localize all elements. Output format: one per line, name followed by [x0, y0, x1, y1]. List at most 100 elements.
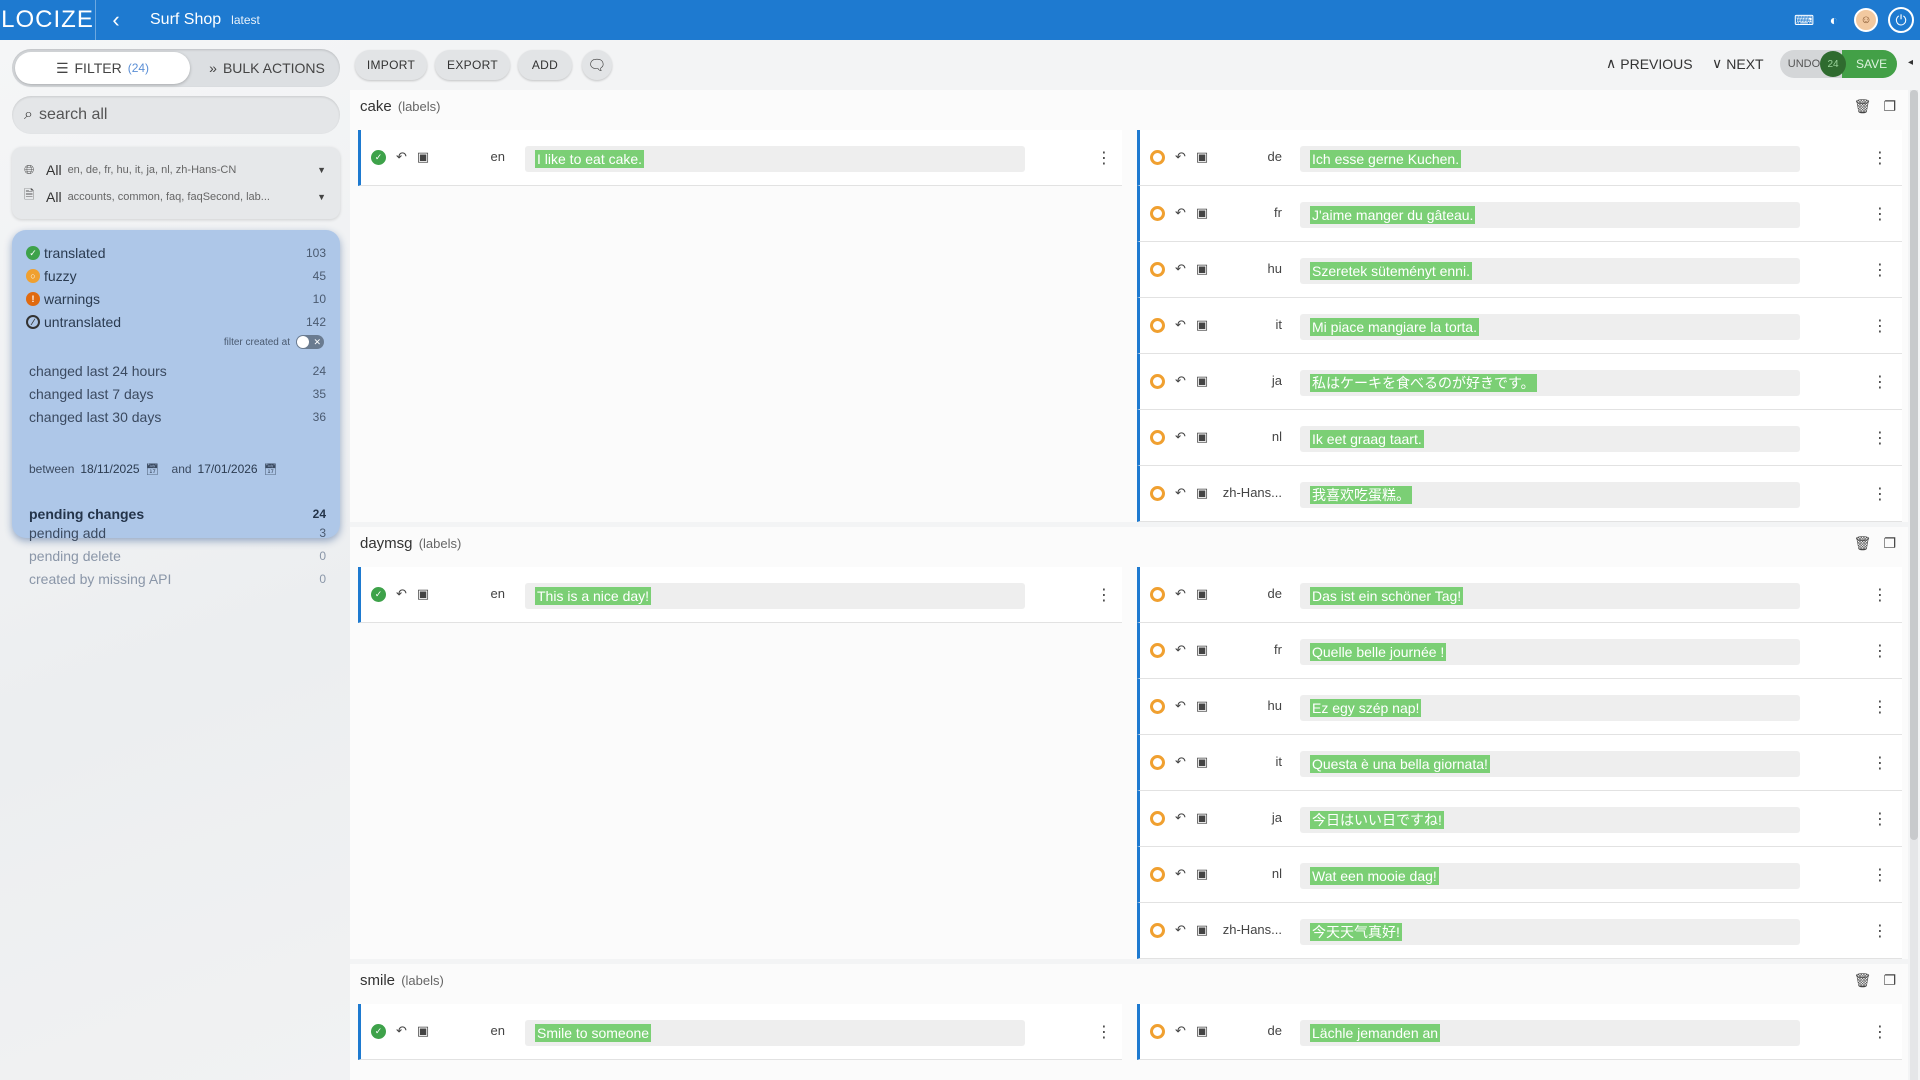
- translation-field[interactable]: Lächle jemanden an: [1300, 1020, 1800, 1046]
- key-name[interactable]: smile: [360, 972, 395, 989]
- save-icon[interactable]: ▣: [417, 149, 429, 165]
- undo-icon[interactable]: ↶: [1175, 317, 1186, 333]
- translation-field[interactable]: Das ist ein schöner Tag!: [1300, 583, 1800, 609]
- undo-icon[interactable]: ↶: [396, 586, 407, 602]
- project-name[interactable]: Surf Shop: [150, 11, 221, 29]
- more-vert-icon[interactable]: ⋮: [1870, 752, 1890, 774]
- more-vert-icon[interactable]: ⋮: [1094, 147, 1114, 169]
- more-vert-icon[interactable]: ⋮: [1870, 427, 1890, 449]
- created-by-missing-api[interactable]: created by missing API 0: [29, 568, 326, 590]
- translation-field[interactable]: I like to eat cake.: [525, 146, 1025, 172]
- key-name[interactable]: cake: [360, 98, 392, 115]
- fuzzy-circle-icon[interactable]: [1150, 1023, 1165, 1039]
- back-arrow-icon[interactable]: ‹: [96, 0, 136, 40]
- undo-icon[interactable]: ↶: [396, 1023, 407, 1039]
- calendar-icon[interactable]: 📅︎: [146, 463, 160, 476]
- translation-field[interactable]: 私はケーキを食べるのが好きです。: [1300, 370, 1800, 396]
- translation-field[interactable]: 今日はいい日ですね!: [1300, 807, 1800, 833]
- undo-icon[interactable]: ↶: [1175, 922, 1186, 938]
- undo-icon[interactable]: ↶: [1175, 810, 1186, 826]
- save-icon[interactable]: ▣: [1196, 429, 1208, 445]
- filter-created-at-toggle[interactable]: [296, 335, 324, 349]
- translation-field[interactable]: Szeretek süteményt enni.: [1300, 258, 1800, 284]
- translation-field[interactable]: Quelle belle journée !: [1300, 639, 1800, 665]
- delete-icon[interactable]: 🗑︎: [1854, 972, 1872, 989]
- fuzzy-circle-icon[interactable]: [1150, 485, 1165, 501]
- copy-icon[interactable]: ❐: [1883, 535, 1896, 552]
- add-button[interactable]: ADD: [518, 50, 572, 80]
- save-icon[interactable]: ▣: [1196, 922, 1208, 938]
- bulk-actions-tab[interactable]: » BULK ACTIONS: [197, 52, 337, 84]
- more-vert-icon[interactable]: ⋮: [1870, 147, 1890, 169]
- translation-field[interactable]: Ich esse gerne Kuchen.: [1300, 146, 1800, 172]
- import-button[interactable]: IMPORT: [355, 50, 427, 80]
- stat-translated[interactable]: ✓ translated 103: [26, 242, 326, 264]
- translation-field[interactable]: This is a nice day!: [525, 583, 1025, 609]
- fuzzy-circle-icon[interactable]: [1150, 754, 1165, 770]
- changed-24h[interactable]: changed last 24 hours 24: [29, 360, 326, 382]
- locize-logo[interactable]: LOCIZE: [0, 0, 96, 40]
- save-icon[interactable]: ▣: [1196, 317, 1208, 333]
- undo-icon[interactable]: ↶: [1175, 866, 1186, 882]
- date-to[interactable]: 17/01/2026: [198, 462, 258, 476]
- fuzzy-circle-icon[interactable]: [1150, 205, 1165, 221]
- calendar-icon[interactable]: 📅︎: [264, 463, 278, 476]
- stat-warnings[interactable]: ! warnings 10: [26, 288, 326, 310]
- translation-field[interactable]: Smile to someone: [525, 1020, 1025, 1046]
- translation-field[interactable]: 我喜欢吃蛋糕。: [1300, 482, 1800, 508]
- more-vert-icon[interactable]: ⋮: [1870, 584, 1890, 606]
- keyboard-icon[interactable]: ⌨: [1794, 10, 1814, 30]
- check-circle-icon[interactable]: ✓: [371, 149, 386, 165]
- translation-field[interactable]: Ez egy szép nap!: [1300, 695, 1800, 721]
- export-button[interactable]: EXPORT: [435, 50, 510, 80]
- save-icon[interactable]: ▣: [1196, 754, 1208, 770]
- copy-icon[interactable]: ❐: [1883, 98, 1896, 115]
- undo-icon[interactable]: ↶: [1175, 586, 1186, 602]
- fuzzy-circle-icon[interactable]: [1150, 317, 1165, 333]
- save-icon[interactable]: ▣: [1196, 373, 1208, 389]
- undo-icon[interactable]: ↶: [1175, 1023, 1186, 1039]
- check-circle-icon[interactable]: ✓: [371, 1023, 386, 1039]
- more-vert-icon[interactable]: ⋮: [1870, 315, 1890, 337]
- more-vert-icon[interactable]: ⋮: [1870, 483, 1890, 505]
- save-icon[interactable]: ▣: [1196, 698, 1208, 714]
- comment-icon[interactable]: 🗨︎: [582, 50, 612, 80]
- translation-field[interactable]: Wat een mooie dag!: [1300, 863, 1800, 889]
- save-icon[interactable]: ▣: [1196, 261, 1208, 277]
- delete-icon[interactable]: 🗑︎: [1854, 535, 1872, 552]
- undo-icon[interactable]: ↶: [1175, 485, 1186, 501]
- save-button[interactable]: SAVE: [1842, 50, 1898, 78]
- undo-icon[interactable]: ↶: [1175, 373, 1186, 389]
- fuzzy-circle-icon[interactable]: [1150, 698, 1165, 714]
- undo-icon[interactable]: ↶: [1175, 754, 1186, 770]
- more-vert-icon[interactable]: ⋮: [1870, 259, 1890, 281]
- fuzzy-circle-icon[interactable]: [1150, 810, 1165, 826]
- fuzzy-circle-icon[interactable]: [1150, 149, 1165, 165]
- undo-icon[interactable]: ↶: [1175, 698, 1186, 714]
- fuzzy-circle-icon[interactable]: [1150, 642, 1165, 658]
- undo-icon[interactable]: ↶: [1175, 149, 1186, 165]
- save-icon[interactable]: ▣: [417, 586, 429, 602]
- more-vert-icon[interactable]: ⋮: [1870, 696, 1890, 718]
- translation-field[interactable]: 今天天气真好!: [1300, 919, 1800, 945]
- scrollbar-thumb[interactable]: [1910, 90, 1918, 840]
- save-icon[interactable]: ▣: [1196, 866, 1208, 882]
- save-icon[interactable]: ▣: [1196, 642, 1208, 658]
- save-icon[interactable]: ▣: [1196, 149, 1208, 165]
- fuzzy-circle-icon[interactable]: [1150, 866, 1165, 882]
- fuzzy-circle-icon[interactable]: [1150, 429, 1165, 445]
- changed-7d[interactable]: changed last 7 days 35: [29, 383, 326, 405]
- save-icon[interactable]: ▣: [1196, 485, 1208, 501]
- delete-icon[interactable]: 🗑︎: [1854, 98, 1872, 115]
- copy-icon[interactable]: ❐: [1883, 972, 1896, 989]
- pending-delete[interactable]: pending delete 0: [29, 545, 326, 567]
- filter-tab[interactable]: ☰ FILTER (24): [15, 52, 190, 84]
- search-input[interactable]: [38, 106, 299, 124]
- scrollbar[interactable]: [1910, 90, 1918, 1080]
- stat-fuzzy[interactable]: ○ fuzzy 45: [26, 265, 326, 287]
- namespace-select[interactable]: 🗎 All accounts, common, faq, faqSecond, …: [24, 186, 330, 208]
- pending-add[interactable]: pending add 3: [29, 522, 326, 544]
- undo-icon[interactable]: ↶: [1175, 429, 1186, 445]
- translation-field[interactable]: Questa è una bella giornata!: [1300, 751, 1800, 777]
- more-vert-icon[interactable]: ⋮: [1870, 808, 1890, 830]
